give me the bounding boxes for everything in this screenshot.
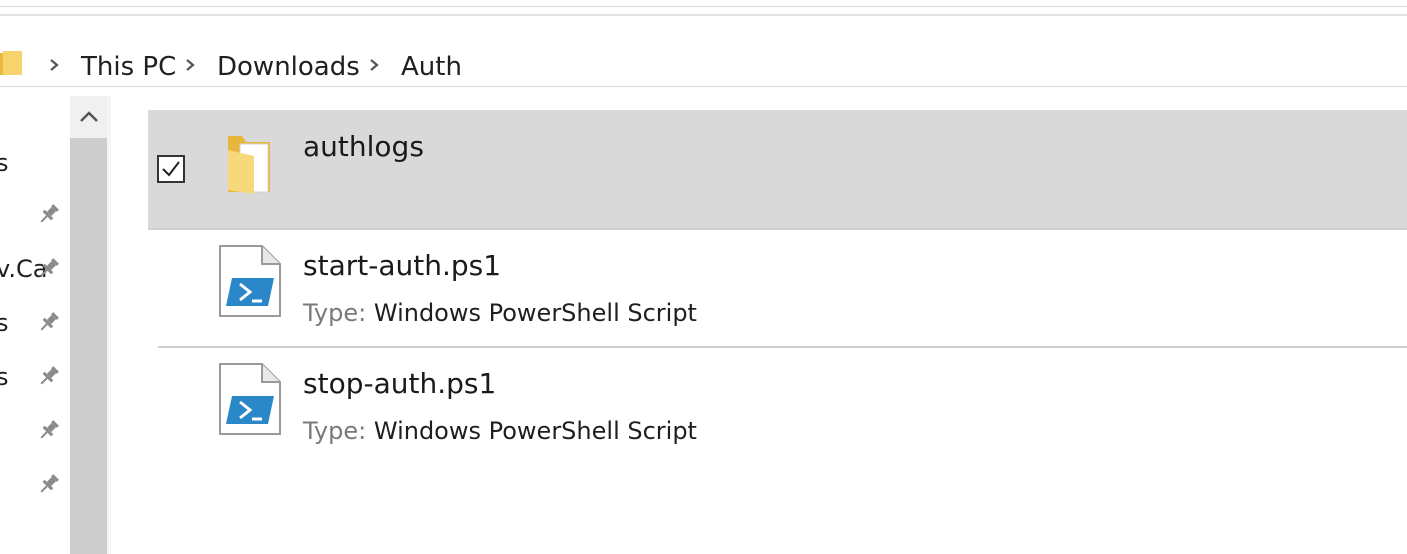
- breadcrumb-auth[interactable]: Auth: [401, 50, 462, 84]
- row-divider: [148, 228, 1407, 230]
- pin-icon[interactable]: [36, 201, 62, 227]
- nav-item-label[interactable]: s: [0, 149, 9, 177]
- row-divider: [158, 346, 1407, 348]
- powershell-script-icon: [219, 245, 281, 317]
- file-name: authlogs: [303, 130, 424, 163]
- pin-icon[interactable]: [36, 255, 62, 281]
- file-row-stop-auth[interactable]: stop-auth.ps1 Type: Windows PowerShell S…: [148, 350, 1407, 462]
- chevron-right-icon[interactable]: [368, 58, 380, 72]
- file-type-label: Type:: [303, 417, 367, 445]
- file-name: start-auth.ps1: [303, 249, 502, 282]
- file-name: stop-auth.ps1: [303, 367, 497, 400]
- pin-icon[interactable]: [36, 471, 62, 497]
- chevron-right-icon[interactable]: [184, 58, 196, 72]
- window-top-strip: [0, 0, 1407, 16]
- powershell-script-icon: [219, 363, 281, 435]
- pin-icon[interactable]: [36, 363, 62, 389]
- file-row-start-auth[interactable]: start-auth.ps1 Type: Windows PowerShell …: [148, 232, 1407, 344]
- pin-icon[interactable]: [36, 309, 62, 335]
- folder-icon: [0, 51, 22, 75]
- file-type: Type: Windows PowerShell Script: [303, 416, 697, 446]
- file-type-value: Windows PowerShell Script: [373, 299, 697, 327]
- breadcrumb-this-pc[interactable]: This PC: [81, 50, 176, 84]
- pin-icon[interactable]: [36, 417, 62, 443]
- checkbox-checked-icon: [162, 161, 180, 177]
- breadcrumb-downloads[interactable]: Downloads: [217, 50, 360, 84]
- file-type-value: Windows PowerShell Script: [373, 417, 697, 445]
- row-checkbox[interactable]: [157, 155, 185, 183]
- nav-item-label[interactable]: s: [0, 363, 9, 391]
- file-type-label: Type:: [303, 299, 367, 327]
- file-type: Type: Windows PowerShell Script: [303, 298, 697, 328]
- nav-scrollbar[interactable]: [70, 96, 107, 554]
- folder-icon: [228, 136, 270, 194]
- address-bar[interactable]: This PC Downloads Auth: [0, 16, 1407, 87]
- pane-divider: [107, 96, 111, 554]
- file-row-authlogs[interactable]: authlogs: [148, 110, 1407, 228]
- scroll-up-button[interactable]: [70, 96, 107, 138]
- nav-item-label[interactable]: s: [0, 309, 9, 337]
- chevron-up-icon: [79, 111, 98, 122]
- chevron-right-icon[interactable]: [48, 58, 60, 72]
- navigation-pane: s v.Ca s s: [0, 87, 70, 554]
